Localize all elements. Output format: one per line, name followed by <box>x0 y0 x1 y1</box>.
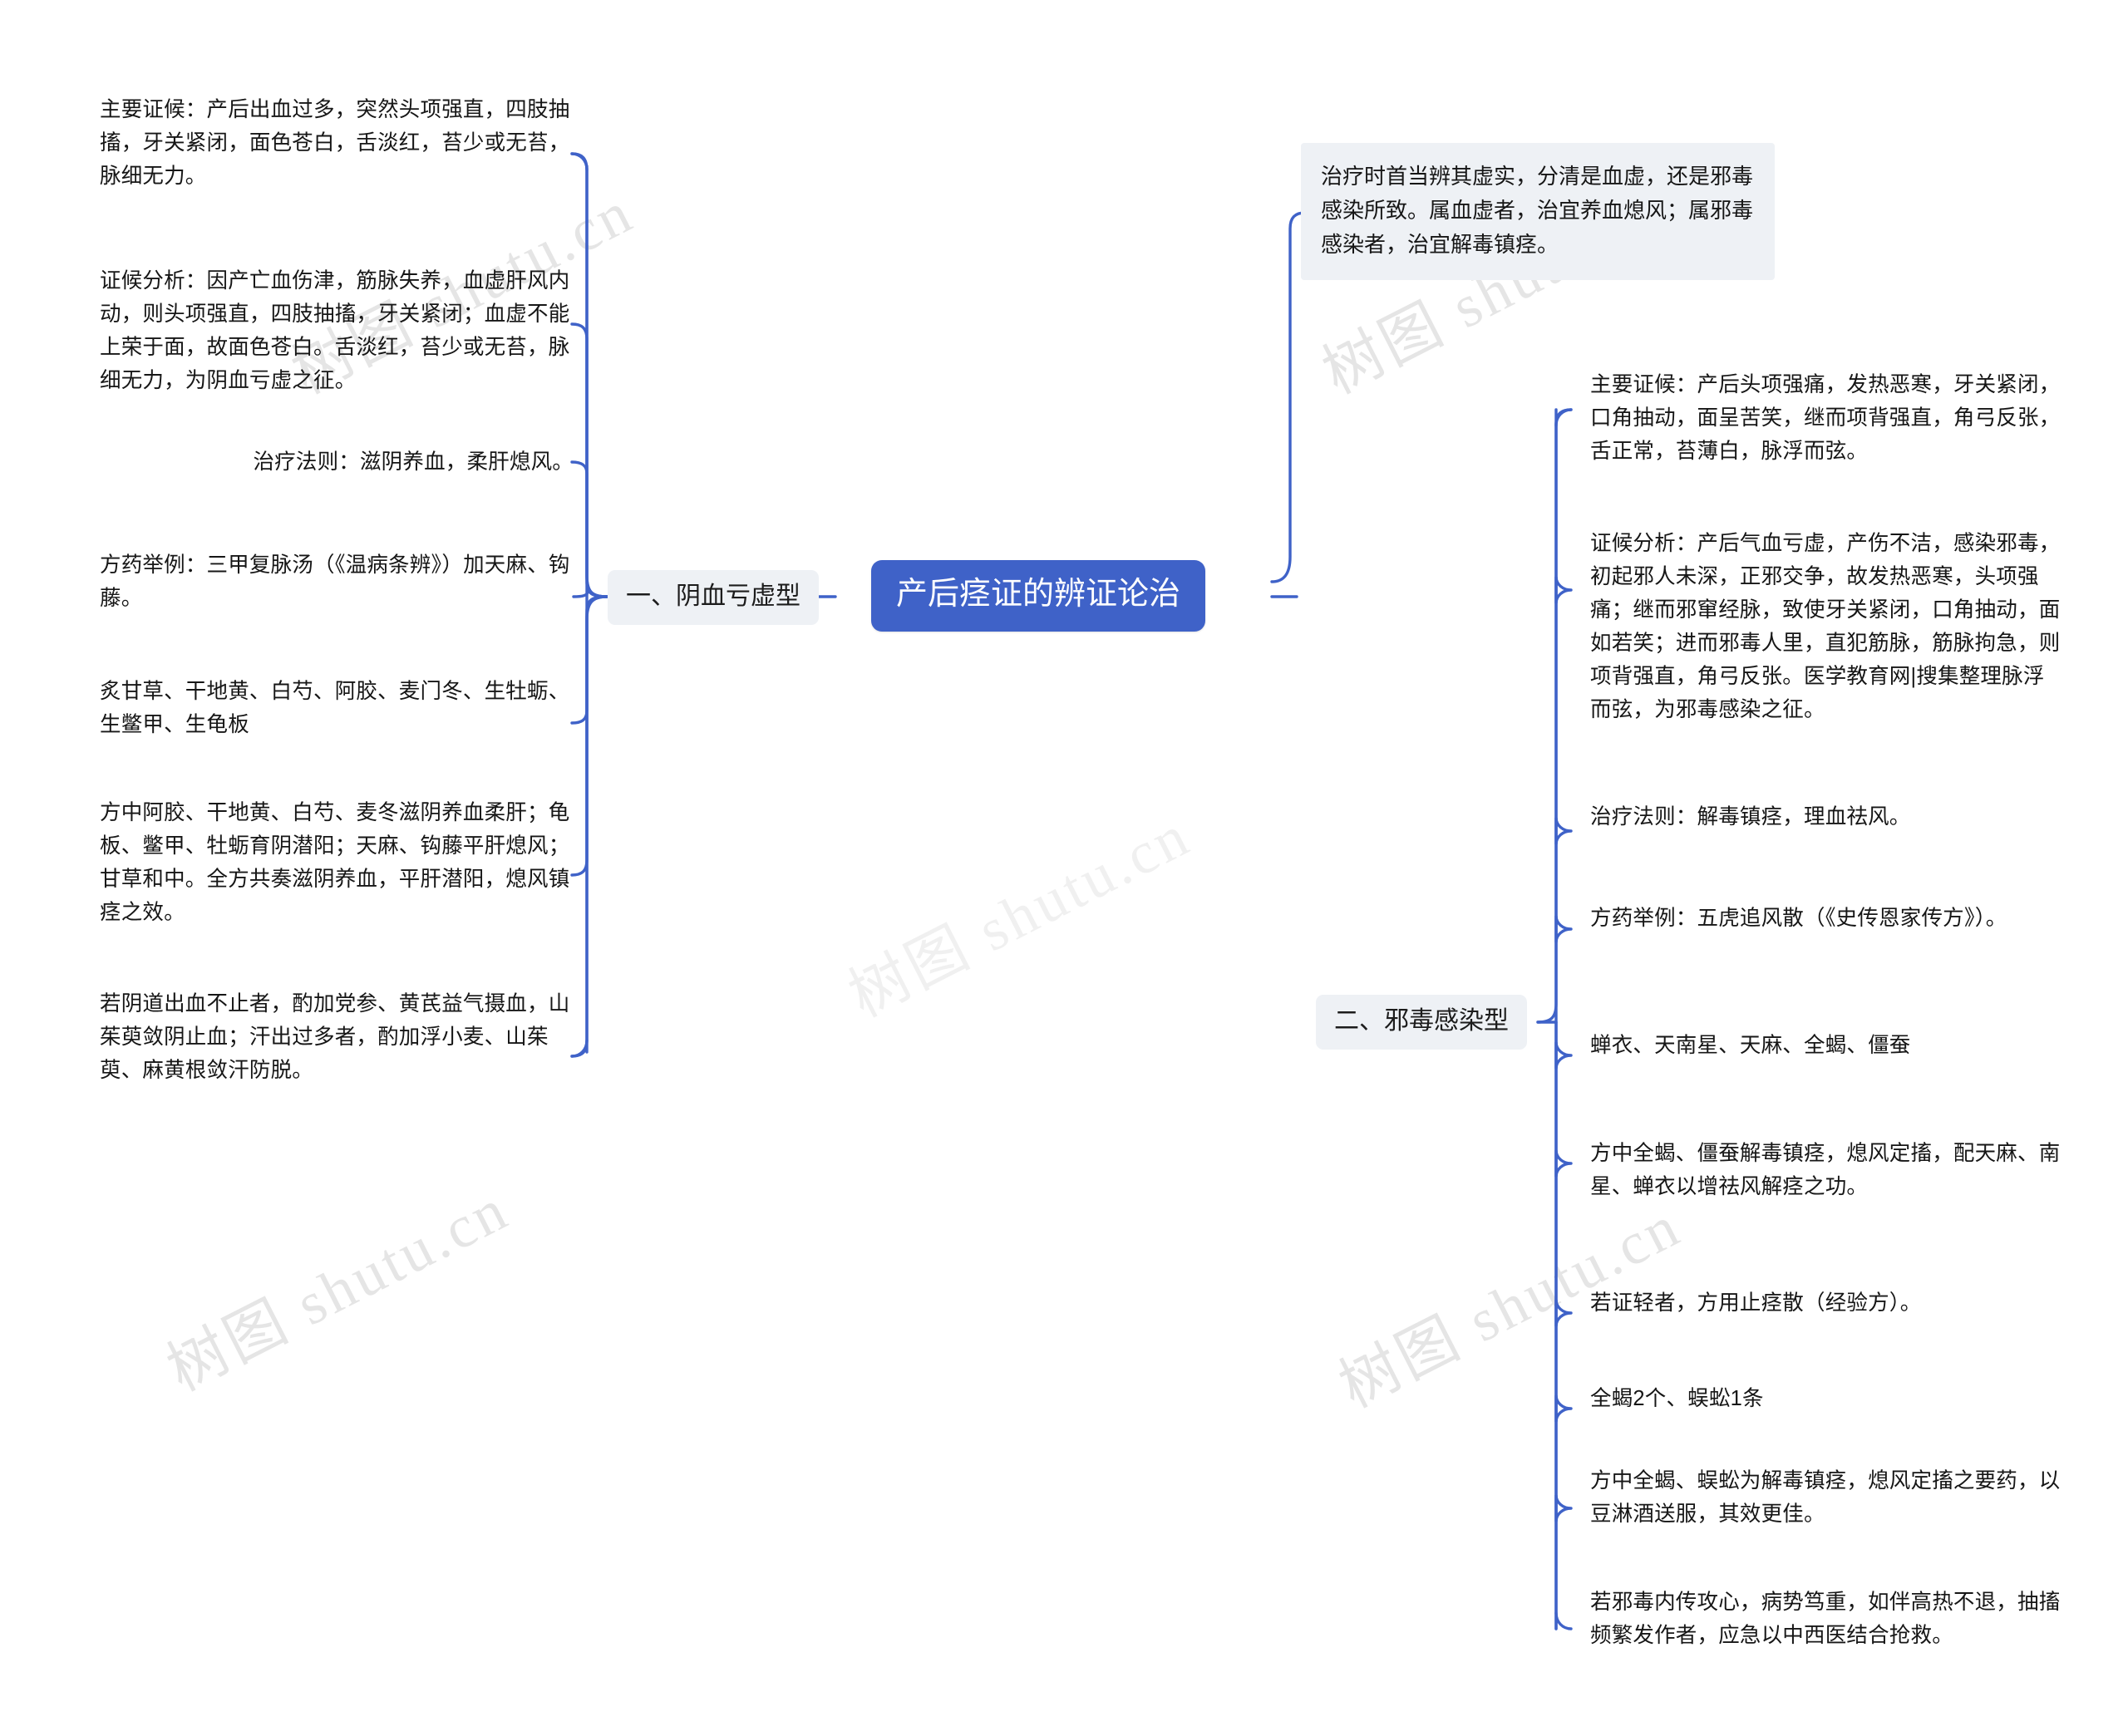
summary-note-text: 治疗时首当辨其虚实，分清是血虚，还是邪毒感染所致。属血虚者，治宜养血熄风；属邪毒… <box>1301 143 1775 280</box>
leaf-text: 方药举例：五虎追风散（《史传恩家传方》）。 <box>1590 907 2007 930</box>
central-node[interactable]: 产后痉证的辨证论治 <box>871 560 1206 632</box>
leaf-left-7-modifications[interactable]: 若阴道出血不止者，酌加党参、黄芪益气摄血，山茱萸敛阴止血；汗出过多者，酌加浮小麦… <box>100 987 574 1087</box>
branch-label-text: 二、邪毒感染型 <box>1316 995 1527 1050</box>
leaf-right-7-mild-case[interactable]: 若证轻者，方用止痉散（经验方）。 <box>1590 1286 2064 1320</box>
leaf-text: 证候分析：产后气血亏虚，产伤不洁，感染邪毒，初起邪人未深，正邪交争，故发热恶寒，… <box>1590 532 2061 721</box>
leaf-text: 方药举例：三甲复脉汤（《温病条辨》）加天麻、钩藤。 <box>100 553 570 610</box>
leaf-text: 治疗法则：解毒镇痉，理血祛风。 <box>1590 805 1911 829</box>
leaf-right-8-dosage[interactable]: 全蝎2个、蜈蚣1条 <box>1590 1382 2064 1415</box>
watermark: 树图 shutu.cn <box>157 1175 520 1404</box>
leaf-right-4-formula-example[interactable]: 方药举例：五虎追风散（《史传恩家传方》）。 <box>1590 902 2064 935</box>
watermark: 树图 shutu.cn <box>839 801 1201 1030</box>
branch-label-toxin-infection[interactable]: 二、邪毒感染型 <box>1316 995 1527 1050</box>
leaf-text: 全蝎2个、蜈蚣1条 <box>1590 1387 1764 1410</box>
central-node-label: 产后痉证的辨证论治 <box>871 560 1206 632</box>
leaf-left-6-formula-analysis[interactable]: 方中阿胶、干地黄、白芍、麦冬滋阴养血柔肝；龟板、鳖甲、牡蛎育阴潜阳；天麻、钩藤平… <box>100 796 574 929</box>
leaf-text: 方中全蝎、蜈蚣为解毒镇痉，熄风定搐之要药，以豆淋酒送服，其效更佳。 <box>1590 1469 2061 1526</box>
leaf-text: 若邪毒内传攻心，病势笃重，如伴高热不退，抽搐频繁发作者，应急以中西医结合抢救。 <box>1590 1591 2061 1647</box>
leaf-right-6-formula-analysis[interactable]: 方中全蝎、僵蚕解毒镇痉，熄风定搐，配天麻、南星、蝉衣以增祛风解痉之功。 <box>1590 1137 2064 1203</box>
leaf-right-1-main-symptoms[interactable]: 主要证候：产后头项强痛，发热恶寒，牙关紧闭，口角抽动，面呈苦笑，继而项背强直，角… <box>1590 368 2064 468</box>
leaf-text: 治疗法则：滋阴养血，柔肝熄风。 <box>253 450 574 474</box>
branch-label-yin-blood-deficiency[interactable]: 一、阴血亏虚型 <box>608 570 819 625</box>
leaf-left-2-symptom-analysis[interactable]: 证候分析：因产亡血伤津，筋脉失养，血虚肝风内动，则头项强直，四肢抽搐，牙关紧闭；… <box>100 264 574 397</box>
leaf-right-3-treatment-principle[interactable]: 治疗法则：解毒镇痉，理血祛风。 <box>1590 800 2064 834</box>
leaf-right-9-formula-notes[interactable]: 方中全蝎、蜈蚣为解毒镇痉，熄风定搐之要药，以豆淋酒送服，其效更佳。 <box>1590 1464 2064 1531</box>
leaf-right-5-herb-list[interactable]: 蝉衣、天南星、天麻、全蝎、僵蚕 <box>1590 1029 2064 1062</box>
leaf-text: 蝉衣、天南星、天麻、全蝎、僵蚕 <box>1590 1034 1911 1057</box>
leaf-text: 若证轻者，方用止痉散（经验方）。 <box>1590 1291 1922 1315</box>
leaf-right-2-symptom-analysis[interactable]: 证候分析：产后气血亏虚，产伤不洁，感染邪毒，初起邪人未深，正邪交争，故发热恶寒，… <box>1590 527 2064 726</box>
leaf-text: 方中全蝎、僵蚕解毒镇痉，熄风定搐，配天麻、南星、蝉衣以增祛风解痉之功。 <box>1590 1142 2061 1198</box>
leaf-left-5-herb-list[interactable]: 炙甘草、干地黄、白芍、阿胶、麦门冬、生牡蛎、生鳖甲、生龟板 <box>100 675 574 741</box>
leaf-left-3-treatment-principle[interactable]: 治疗法则：滋阴养血，柔肝熄风。 <box>100 445 574 479</box>
leaf-left-4-formula-example[interactable]: 方药举例：三甲复脉汤（《温病条辨》）加天麻、钩藤。 <box>100 548 574 615</box>
leaf-text: 证候分析：因产亡血伤津，筋脉失养，血虚肝风内动，则头项强直，四肢抽搐，牙关紧闭；… <box>100 269 570 392</box>
branch-label-text: 一、阴血亏虚型 <box>608 570 819 625</box>
leaf-right-10-severe-case[interactable]: 若邪毒内传攻心，病势笃重，如伴高热不退，抽搐频繁发作者，应急以中西医结合抢救。 <box>1590 1586 2064 1652</box>
summary-note[interactable]: 治疗时首当辨其虚实，分清是血虚，还是邪毒感染所致。属血虚者，治宜养血熄风；属邪毒… <box>1301 143 1775 280</box>
leaf-left-1-main-symptoms[interactable]: 主要证候：产后出血过多，突然头项强直，四肢抽搐，牙关紧闭，面色苍白，舌淡红，苔少… <box>100 93 574 193</box>
leaf-text: 炙甘草、干地黄、白芍、阿胶、麦门冬、生牡蛎、生鳖甲、生龟板 <box>100 680 570 736</box>
leaf-text: 主要证候：产后头项强痛，发热恶寒，牙关紧闭，口角抽动，面呈苦笑，继而项背强直，角… <box>1590 373 2061 463</box>
leaf-text: 方中阿胶、干地黄、白芍、麦冬滋阴养血柔肝；龟板、鳖甲、牡蛎育阴潜阳；天麻、钩藤平… <box>100 801 570 924</box>
leaf-text: 若阴道出血不止者，酌加党参、黄芪益气摄血，山茱萸敛阴止血；汗出过多者，酌加浮小麦… <box>100 992 570 1082</box>
leaf-text: 主要证候：产后出血过多，突然头项强直，四肢抽搐，牙关紧闭，面色苍白，舌淡红，苔少… <box>100 98 570 188</box>
